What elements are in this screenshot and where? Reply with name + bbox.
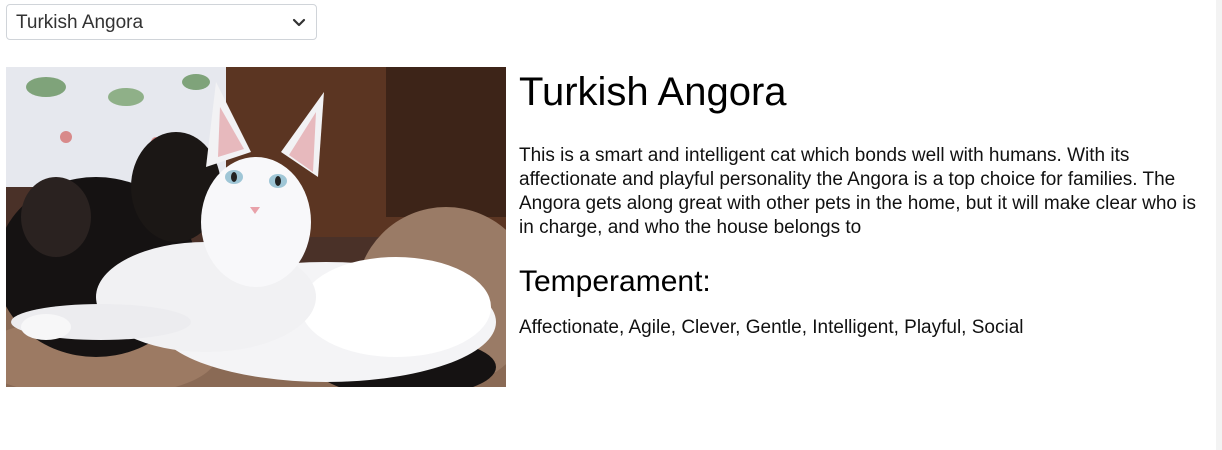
page: Turkish Angora Turkish Angora This is a … [0,0,1222,450]
page-scrollbar[interactable] [1216,0,1222,450]
temperament-list: Affectionate, Agile, Clever, Gentle, Int… [519,317,1024,338]
breed-select[interactable]: Turkish Angora [6,4,317,40]
breed-select-value: Turkish Angora [16,12,144,33]
breed-name: Turkish Angora [519,70,787,114]
chevron-down-icon [292,18,306,27]
temperament-heading: Temperament: [519,265,711,298]
breed-description: This is a smart and intelligent cat whic… [519,145,1196,238]
breed-info: Turkish Angora This is a smart and intel… [519,68,1214,340]
cat-photo [6,67,506,387]
